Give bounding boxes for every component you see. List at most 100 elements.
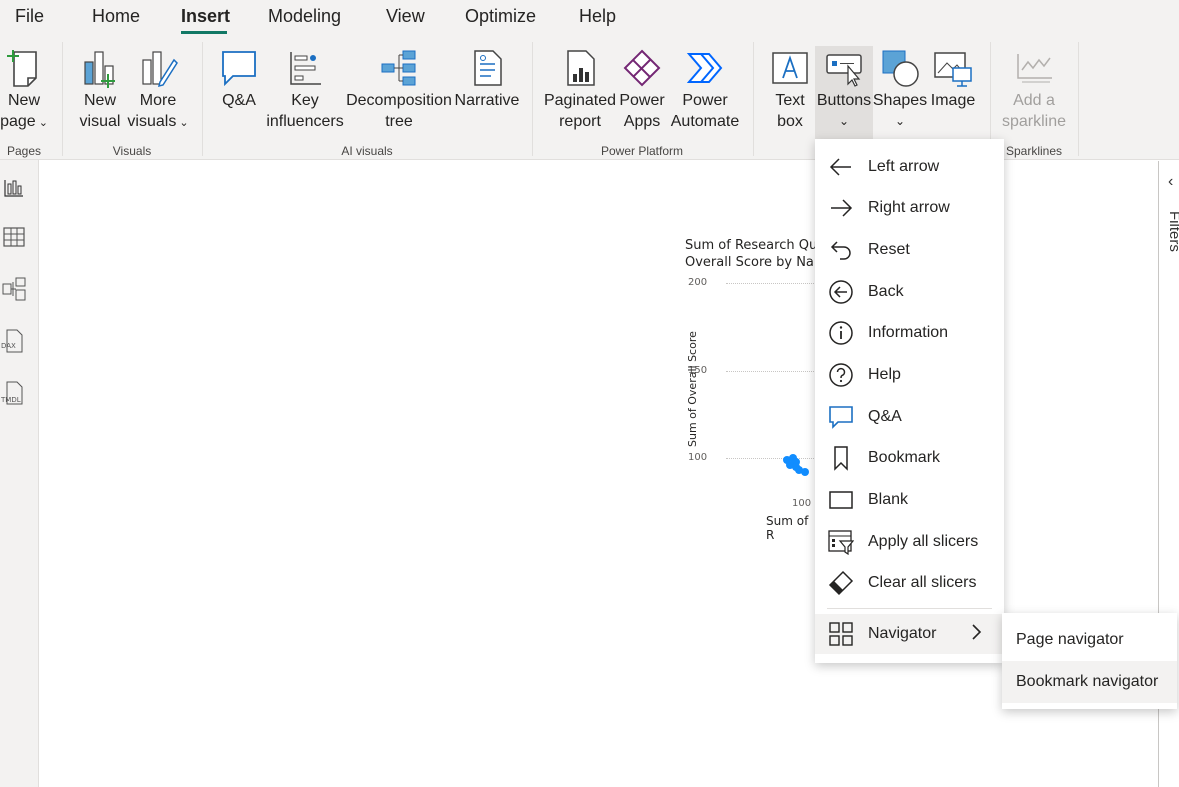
add-sparkline-label-2: sparkline bbox=[1001, 113, 1067, 130]
tab-view[interactable]: View bbox=[386, 6, 425, 27]
menu-item-reset[interactable]: Reset bbox=[815, 230, 1004, 270]
group-separator bbox=[753, 42, 754, 156]
new-page-icon bbox=[2, 48, 46, 90]
menu-item-information[interactable]: Information bbox=[815, 313, 1004, 353]
menu-item-label: Help bbox=[868, 366, 901, 383]
menu-item-navigator[interactable]: Navigator bbox=[815, 614, 1004, 654]
reset-icon bbox=[828, 237, 854, 263]
qa-button[interactable]: Q&A bbox=[216, 48, 262, 111]
x-tick-label: 100 bbox=[792, 498, 812, 509]
gridline bbox=[726, 458, 816, 459]
menu-item-back[interactable]: Back bbox=[815, 272, 1004, 312]
menu-item-qa[interactable]: Q&A bbox=[815, 397, 1004, 437]
help-icon bbox=[828, 362, 854, 388]
key-influencers-icon bbox=[283, 48, 327, 90]
add-sparkline-button[interactable]: Add a sparkline bbox=[998, 48, 1070, 132]
tab-home[interactable]: Home bbox=[92, 6, 140, 27]
chevron-down-icon: ⌄ bbox=[35, 117, 48, 129]
report-view-icon[interactable] bbox=[1, 172, 27, 202]
text-box-label-2: box bbox=[777, 113, 803, 130]
menu-item-blank[interactable]: Blank bbox=[815, 480, 1004, 520]
group-separator bbox=[202, 42, 203, 156]
text-box-button[interactable]: Text box bbox=[766, 48, 814, 132]
key-influencers-button[interactable]: Key influencers bbox=[264, 48, 346, 132]
image-button[interactable]: Image bbox=[928, 48, 978, 111]
shapes-button[interactable]: Shapes ⌄ bbox=[873, 48, 927, 132]
paginated-report-label-1: Paginated bbox=[543, 92, 617, 109]
new-visual-icon bbox=[78, 48, 122, 90]
chevron-left-icon[interactable]: ‹ bbox=[1168, 173, 1173, 191]
decomposition-tree-button[interactable]: Decomposition tree bbox=[346, 48, 452, 132]
more-visuals-button[interactable]: More visuals ⌄ bbox=[126, 48, 190, 134]
gridline bbox=[726, 283, 816, 284]
decomposition-tree-icon bbox=[377, 48, 421, 90]
more-visuals-label-1: More bbox=[139, 92, 177, 109]
image-label: Image bbox=[930, 92, 976, 109]
paginated-report-icon bbox=[558, 48, 602, 90]
new-page-button[interactable]: New page ⌄ bbox=[0, 48, 52, 134]
buttons-button[interactable]: Buttons ⌄ bbox=[815, 48, 873, 132]
bookmark-icon bbox=[828, 445, 854, 471]
tab-optimize[interactable]: Optimize bbox=[465, 6, 536, 27]
y-tick-label: 100 bbox=[688, 452, 708, 463]
buttons-icon bbox=[822, 48, 866, 90]
paginated-report-label-2: report bbox=[559, 113, 601, 130]
tab-file[interactable]: File bbox=[15, 6, 44, 27]
sparkline-icon bbox=[1012, 48, 1056, 90]
blank-icon bbox=[828, 487, 854, 513]
submenu-item-bookmark-navigator[interactable]: Bookmark navigator bbox=[1002, 661, 1177, 703]
qa-icon bbox=[828, 404, 854, 430]
narrative-label: Narrative bbox=[454, 92, 520, 109]
menu-item-right-arrow[interactable]: Right arrow bbox=[815, 188, 1004, 228]
group-label-ai-visuals: AI visuals bbox=[341, 144, 393, 158]
svg-text:TMDL: TMDL bbox=[1, 396, 21, 404]
filters-pane-label: Filters bbox=[1166, 211, 1179, 252]
model-view-icon[interactable] bbox=[1, 274, 27, 304]
scatter-chart[interactable]: 200 150 100 Sum of Overall Score 100 Sum… bbox=[40, 161, 820, 561]
decomposition-tree-label-2: tree bbox=[385, 113, 413, 130]
chevron-down-icon: ⌄ bbox=[894, 114, 906, 128]
table-view-icon[interactable] bbox=[1, 222, 27, 252]
x-axis-label: Sum of R bbox=[766, 514, 809, 542]
power-automate-button[interactable]: Power Automate bbox=[668, 48, 742, 132]
submenu-item-page-navigator[interactable]: Page navigator bbox=[1002, 619, 1177, 661]
power-apps-icon bbox=[620, 48, 664, 90]
new-visual-label-2: visual bbox=[79, 113, 121, 130]
key-influencers-label-2: influencers bbox=[266, 113, 344, 130]
dax-query-view-icon[interactable]: DAX bbox=[1, 326, 27, 356]
paginated-report-button[interactable]: Paginated report bbox=[544, 48, 616, 132]
group-label-visuals: Visuals bbox=[112, 144, 152, 158]
menu-item-help[interactable]: Help bbox=[815, 355, 1004, 395]
new-page-label-1: New bbox=[7, 92, 40, 109]
tab-insert[interactable]: Insert bbox=[181, 6, 230, 27]
menu-item-clear-all-slicers[interactable]: Clear all slicers bbox=[815, 563, 1004, 603]
group-label-power-platform: Power Platform bbox=[600, 144, 684, 158]
more-visuals-label-2: visuals bbox=[127, 113, 177, 130]
scatter-point[interactable] bbox=[801, 468, 809, 476]
new-visual-button[interactable]: New visual bbox=[76, 48, 124, 132]
tmdl-view-icon[interactable]: TMDL bbox=[0, 378, 27, 408]
more-visuals-icon bbox=[136, 48, 180, 90]
group-separator bbox=[1078, 42, 1079, 156]
group-label-sparklines: Sparklines bbox=[1005, 144, 1063, 158]
tab-help[interactable]: Help bbox=[579, 6, 616, 27]
group-separator bbox=[62, 42, 63, 156]
menu-item-label: Q&A bbox=[868, 408, 902, 425]
group-label-pages: Pages bbox=[6, 144, 42, 158]
narrative-button[interactable]: Narrative bbox=[454, 48, 520, 111]
key-influencers-label-1: Key bbox=[291, 92, 319, 109]
qa-label: Q&A bbox=[222, 92, 256, 109]
menu-item-left-arrow[interactable]: Left arrow bbox=[815, 147, 1004, 187]
menu-bar: File Home Insert Modeling View Optimize … bbox=[0, 0, 1179, 34]
back-icon bbox=[828, 279, 854, 305]
svg-text:DAX: DAX bbox=[1, 342, 16, 350]
power-apps-button[interactable]: Power Apps bbox=[618, 48, 666, 132]
menu-item-label: Clear all slicers bbox=[868, 574, 977, 591]
narrative-icon bbox=[465, 48, 509, 90]
menu-item-bookmark[interactable]: Bookmark bbox=[815, 438, 1004, 478]
menu-item-apply-all-slicers[interactable]: Apply all slicers bbox=[815, 522, 1004, 562]
tab-modeling[interactable]: Modeling bbox=[268, 6, 341, 27]
menu-item-label: Reset bbox=[868, 241, 910, 258]
add-sparkline-label-1: Add a bbox=[1013, 92, 1055, 109]
menu-item-label: Navigator bbox=[868, 625, 937, 642]
